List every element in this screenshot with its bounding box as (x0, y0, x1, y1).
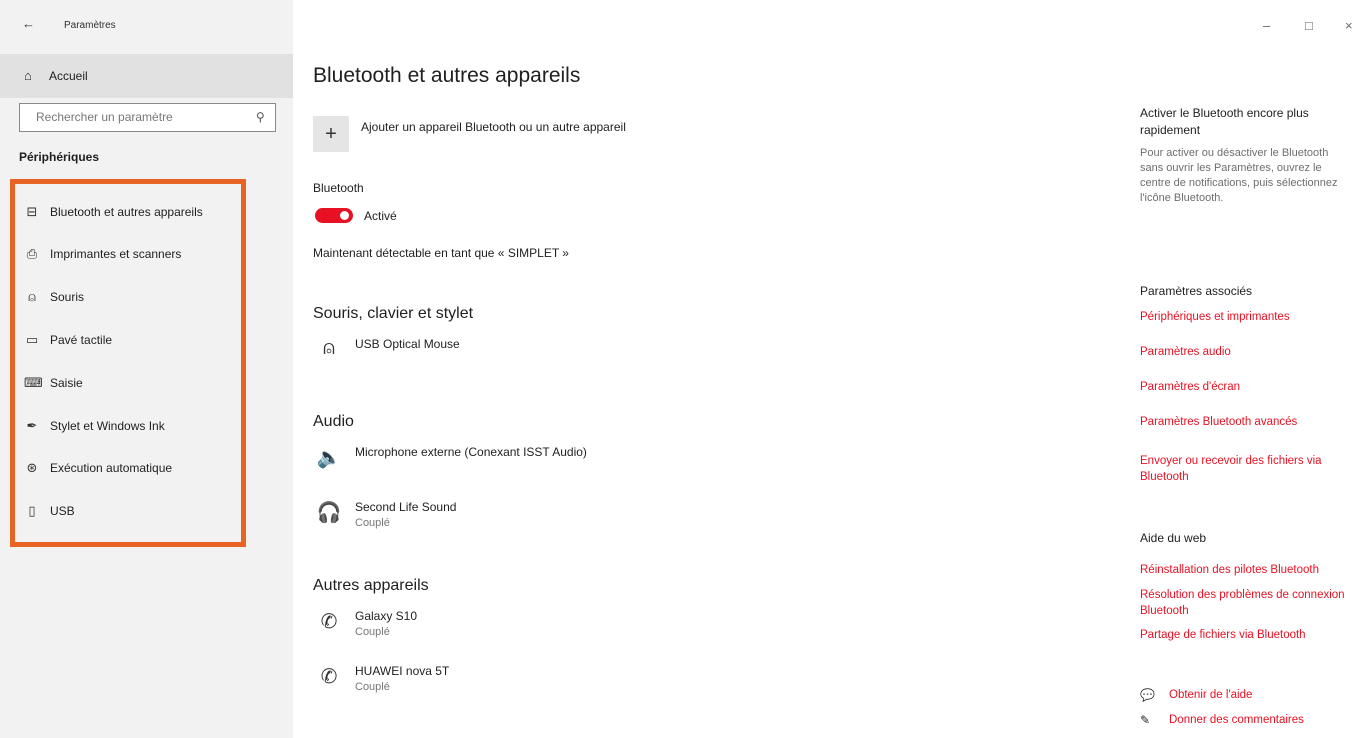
device-item[interactable]: ✆ Galaxy S10 Couplé (313, 609, 733, 649)
phone-icon: ✆ (320, 666, 338, 688)
group-title-input-devices: Souris, clavier et stylet (313, 305, 474, 322)
link-devices-printers[interactable]: Périphériques et imprimantes (1140, 309, 1355, 325)
get-help-icon: 💬 (1140, 688, 1155, 702)
link-file-sharing[interactable]: Partage de fichiers via Bluetooth (1140, 627, 1355, 643)
search-icon[interactable]: ⚲ (256, 110, 265, 124)
sidebar-item-home[interactable]: ⌂ Accueil (0, 54, 293, 98)
device-item[interactable]: 🔈 Microphone externe (Conexant ISST Audi… (313, 445, 733, 485)
search-input[interactable] (34, 109, 248, 125)
plus-icon[interactable]: + (313, 116, 349, 152)
add-device-button[interactable]: Ajouter un appareil Bluetooth ou un autr… (361, 120, 626, 134)
bluetooth-toggle[interactable] (315, 208, 353, 223)
device-item[interactable]: ⍝ USB Optical Mouse (313, 337, 733, 377)
section-heading: Périphériques (19, 150, 100, 164)
device-status: Couplé (355, 626, 390, 638)
speaker-icon: 🔈 (316, 447, 342, 469)
toggle-knob (340, 211, 349, 220)
highlight-frame (10, 179, 246, 547)
toggle-state-label: Activé (364, 209, 397, 223)
page-title: Bluetooth et autres appareils (313, 64, 581, 87)
help-label: Donner des commentaires (1169, 714, 1304, 726)
device-item[interactable]: 🎧 Second Life Sound Couplé (313, 500, 733, 540)
mouse-icon: ⍝ (323, 337, 335, 359)
home-icon: ⌂ (24, 68, 32, 83)
device-name: Microphone externe (Conexant ISST Audio) (355, 445, 587, 459)
group-title-other-devices: Autres appareils (313, 577, 429, 594)
get-help-link[interactable]: 💬 Obtenir de l'aide (1140, 688, 1360, 706)
feedback-link[interactable]: ✎ Donner des commentaires (1140, 713, 1360, 731)
device-status: Couplé (355, 517, 390, 529)
device-name: Second Life Sound (355, 500, 457, 514)
web-help-heading: Aide du web (1140, 531, 1207, 545)
device-status: Couplé (355, 681, 390, 693)
headset-icon: 🎧 (316, 502, 342, 524)
link-reinstall-drivers[interactable]: Réinstallation des pilotes Bluetooth (1140, 562, 1355, 578)
related-panel: Activer le Bluetooth encore plus rapidem… (1140, 0, 1360, 738)
search-box[interactable]: ⚲ (19, 103, 276, 132)
discoverable-text: Maintenant détectable en tant que « SIMP… (313, 246, 569, 260)
phone-icon: ✆ (320, 611, 338, 633)
device-name: HUAWEI nova 5T (355, 664, 450, 678)
link-send-receive-files[interactable]: Envoyer ou recevoir des fichiers via Blu… (1140, 453, 1355, 485)
feedback-icon: ✎ (1140, 713, 1151, 727)
link-bluetooth-advanced[interactable]: Paramètres Bluetooth avancés (1140, 414, 1355, 430)
help-label: Obtenir de l'aide (1169, 689, 1253, 701)
app-title: Paramètres (64, 20, 116, 31)
link-display-settings[interactable]: Paramètres d'écran (1140, 379, 1355, 395)
group-title-audio: Audio (313, 413, 354, 430)
title-bar: ← Paramètres (0, 0, 293, 44)
link-troubleshoot-connection[interactable]: Résolution des problèmes de connexion Bl… (1140, 587, 1355, 619)
arrow-left-icon[interactable]: ← (22, 16, 35, 31)
sidebar: ← Paramètres ⌂ Accueil ⚲ Périphériques ⊟… (0, 0, 293, 738)
tip-title: Activer le Bluetooth encore plus rapidem… (1140, 106, 1309, 137)
link-audio-settings[interactable]: Paramètres audio (1140, 344, 1355, 360)
device-name: USB Optical Mouse (355, 337, 460, 351)
sidebar-item-label: Accueil (49, 69, 88, 83)
tip-body: Pour activer ou désactiver le Bluetooth … (1140, 147, 1338, 204)
bluetooth-label: Bluetooth (313, 181, 364, 195)
related-settings-heading: Paramètres associés (1140, 284, 1253, 298)
device-name: Galaxy S10 (355, 609, 418, 623)
main-content: Bluetooth et autres appareils + Ajouter … (313, 0, 1113, 738)
device-item[interactable]: ✆ HUAWEI nova 5T Couplé (313, 664, 733, 704)
